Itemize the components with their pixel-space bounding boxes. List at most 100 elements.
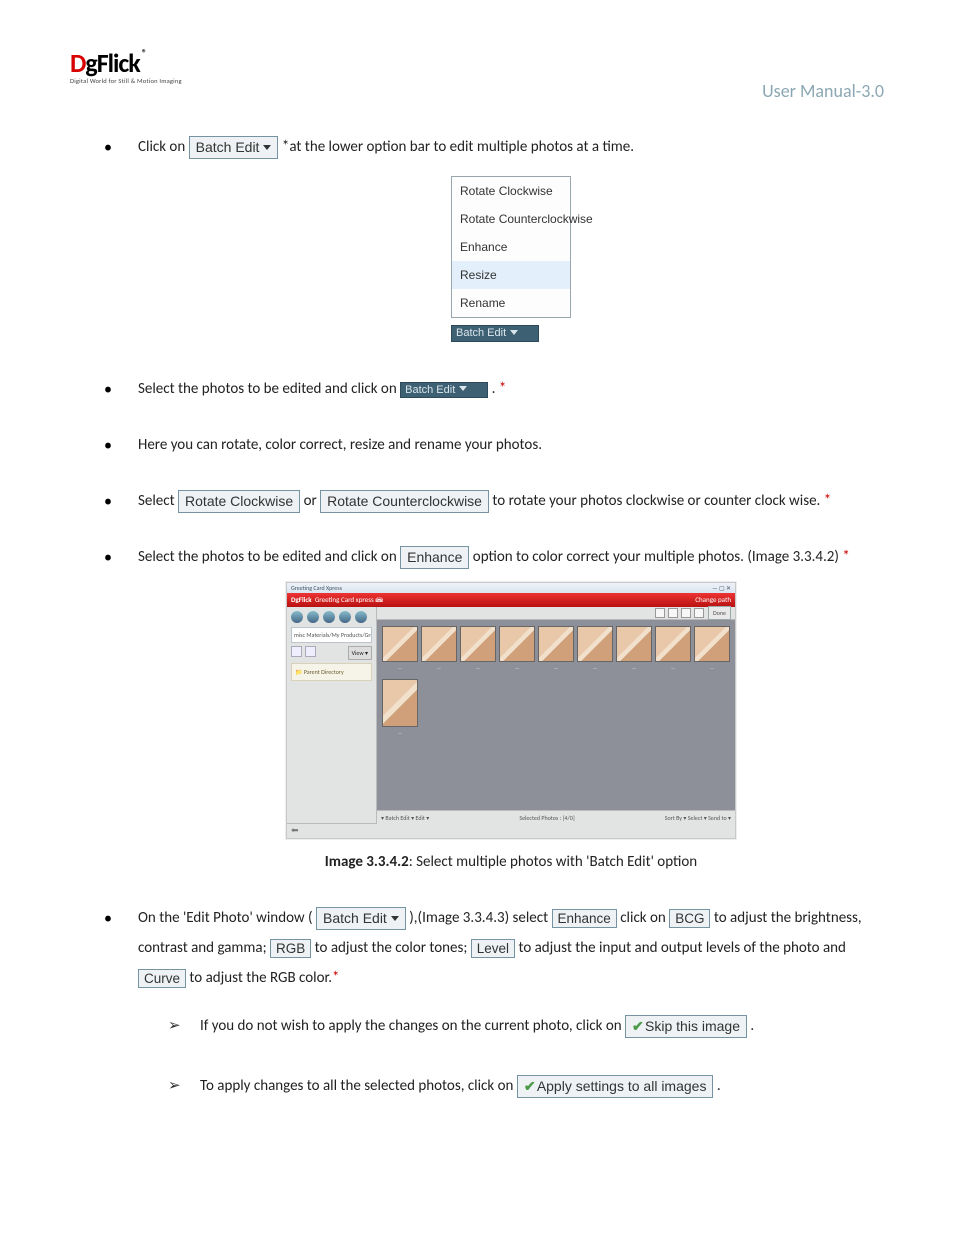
figure-caption: Image 3.3.4.2: Select multiple photos wi… <box>138 847 884 877</box>
text: On the 'Edit Photo' window ( <box>138 909 313 927</box>
text: click on <box>620 909 669 927</box>
dropdown-icon <box>263 145 271 150</box>
btn-label: Rotate Clockwise <box>185 493 293 509</box>
btn-label: Batch Edit <box>456 327 506 339</box>
thumbnail[interactable]: — <box>617 626 651 674</box>
text: ),(Image 3.3.4.3) select <box>409 909 551 927</box>
footer-bar: ⬅ <box>287 823 735 838</box>
thumbnails: — — — — — — — — — — <box>383 626 729 739</box>
text: . <box>750 1017 754 1035</box>
text: to rotate your photos clockwise or count… <box>492 492 823 510</box>
brand-sub: Greeting Card xpress <box>315 595 374 604</box>
bullet-item: Select the photos to be edited and click… <box>90 542 884 877</box>
thumbnail[interactable]: — <box>461 626 495 674</box>
asterisk: * <box>499 380 506 398</box>
logo-d: D <box>70 47 85 79</box>
tool-icon[interactable] <box>681 608 691 618</box>
bullet-item: Select the photos to be edited and click… <box>90 374 884 404</box>
btn-label: BCG <box>675 911 704 926</box>
text: . <box>717 1077 721 1095</box>
thumbnail[interactable]: — <box>695 626 729 674</box>
rgb-button[interactable]: RGB <box>270 939 311 959</box>
batch-edit-button-small[interactable]: Batch Edit <box>400 382 488 398</box>
bottom-left[interactable]: ▾ Batch Edit ▾ Edit ▾ <box>381 812 429 824</box>
menu-item-rename[interactable]: Rename <box>452 289 570 317</box>
curve-button[interactable]: Curve <box>138 969 186 989</box>
menu-figure: Rotate Clockwise Rotate Counterclockwise… <box>138 176 884 348</box>
dropdown-icon <box>510 330 518 335</box>
menu-item-rotate-ccw[interactable]: Rotate Counterclockwise <box>452 205 570 233</box>
screenshot-figure: Greeting Card Xpress — ▢ ✕ DgFlick Greet… <box>138 582 884 877</box>
check-icon: ✔ <box>632 1017 642 1027</box>
sidebar-icons <box>291 611 372 623</box>
thumbnail-area: Done — — — — — — — — <box>377 607 735 823</box>
bullet-item: On the 'Edit Photo' window ( Batch Edit … <box>90 903 884 1101</box>
menu-item-rotate-cw[interactable]: Rotate Clockwise <box>452 177 570 205</box>
enhance-button[interactable]: Enhance <box>552 909 617 929</box>
thumbnail[interactable]: — <box>422 626 456 674</box>
view-dropdown[interactable]: View ▾ <box>348 646 372 660</box>
batch-edit-button[interactable]: Batch Edit <box>189 136 279 159</box>
btn-label: Batch Edit <box>323 910 387 926</box>
bcg-button[interactable]: BCG <box>669 909 710 929</box>
batch-edit-button-small[interactable]: Batch Edit <box>451 325 539 341</box>
asterisk: * <box>842 548 849 566</box>
rotate-counterclockwise-button[interactable]: Rotate Counterclockwise <box>320 490 489 513</box>
thumbnail[interactable]: — <box>578 626 612 674</box>
chevron-item: If you do not wish to apply the changes … <box>168 1011 884 1041</box>
sidebar: misc Materials/My Products/Greetings Pic… <box>287 607 377 823</box>
page-header: DgFlick® Digital World for Still & Motio… <box>70 50 884 102</box>
dropdown-icon <box>391 916 399 921</box>
back-arrow-icon[interactable]: ⬅ <box>291 822 299 840</box>
text: Here you can rotate, color correct, resi… <box>138 436 542 454</box>
doc-title: User Manual-3.0 <box>762 80 884 102</box>
thumbnail[interactable]: — <box>656 626 690 674</box>
btn-label: Batch Edit <box>196 139 260 155</box>
bullet-item: Select Rotate Clockwise or Rotate Counte… <box>90 486 884 516</box>
rotate-clockwise-button[interactable]: Rotate Clockwise <box>178 490 300 513</box>
text: If you do not wish to apply the changes … <box>200 1017 622 1035</box>
text: to adjust the input and output levels of… <box>518 939 845 957</box>
btn-label: Skip this image <box>645 1018 740 1034</box>
thumbnail[interactable]: — <box>539 626 573 674</box>
menu-item-resize[interactable]: Resize <box>452 261 570 289</box>
change-path[interactable]: Change path <box>695 593 731 607</box>
parent-directory[interactable]: 📁 Parent Directory <box>291 663 372 681</box>
chevron-item: To apply changes to all the selected pho… <box>168 1071 884 1101</box>
text: Select the photos to be edited and click… <box>138 548 400 566</box>
skip-image-button[interactable]: ✔Skip this image <box>625 1015 747 1038</box>
thumbnail[interactable]: — <box>383 679 417 739</box>
tool-icon[interactable] <box>655 608 665 618</box>
thumbnail[interactable]: — <box>500 626 534 674</box>
text: Click on <box>138 138 189 156</box>
menu-item-enhance[interactable]: Enhance <box>452 233 570 261</box>
logo-rest: gFlick <box>85 47 139 79</box>
menu-wrap: Rotate Clockwise Rotate Counterclockwise… <box>451 176 571 348</box>
batch-edit-button[interactable]: Batch Edit <box>316 907 406 930</box>
chevron-list: If you do not wish to apply the changes … <box>168 1011 884 1101</box>
caption-rest: : Select multiple photos with 'Batch Edi… <box>409 853 697 871</box>
bottom-bar: ▾ Batch Edit ▾ Edit ▾ Selected Photos : … <box>377 810 735 824</box>
content: Click on Batch Edit *at the lower option… <box>90 132 884 1101</box>
nav-fwd-icon[interactable] <box>305 646 316 657</box>
apply-all-button[interactable]: ✔Apply settings to all images <box>517 1075 714 1098</box>
nav-back-icon[interactable] <box>291 646 302 657</box>
text: *at the lower option bar to edit multipl… <box>282 138 634 156</box>
enhance-button[interactable]: Enhance <box>400 546 469 569</box>
app-body: misc Materials/My Products/Greetings Pic… <box>287 607 735 823</box>
text: Select the photos to be edited and click… <box>138 380 397 398</box>
parent-label: Parent Directory <box>304 668 344 676</box>
done-button[interactable]: Done <box>708 606 731 620</box>
thumbnail[interactable]: — <box>383 626 417 674</box>
sort-controls[interactable]: Sort By ▾ Select ▾ Send to ▾ <box>665 812 731 824</box>
bullet-item: Here you can rotate, color correct, resi… <box>90 430 884 460</box>
logo-registered: ® <box>142 46 146 59</box>
path-field[interactable]: misc Materials/My Products/Greetings Pic… <box>291 627 372 643</box>
text: Select <box>138 492 178 510</box>
level-button[interactable]: Level <box>471 939 515 959</box>
tool-icon[interactable] <box>668 608 678 618</box>
asterisk: * <box>824 492 831 510</box>
text: to adjust the RGB color. <box>189 969 332 987</box>
tool-icon[interactable] <box>694 608 704 618</box>
btn-label: Level <box>477 941 509 956</box>
